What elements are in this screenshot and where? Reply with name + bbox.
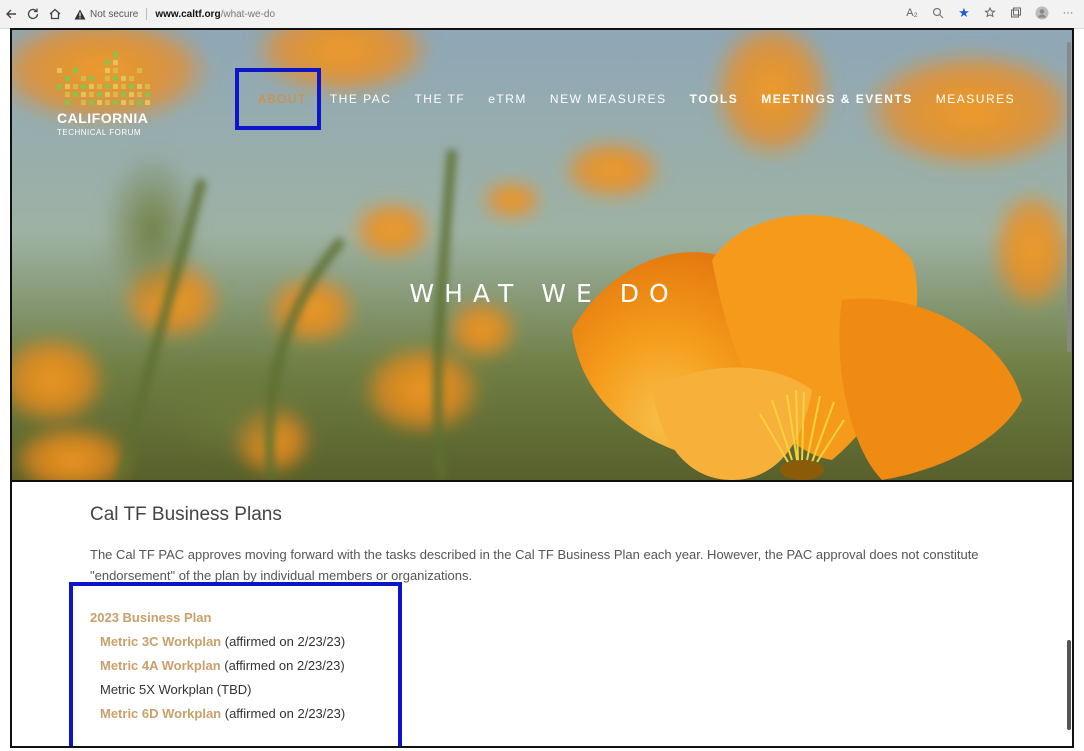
logo-dot	[97, 92, 102, 97]
logo-mark	[57, 52, 152, 107]
logo-dot	[65, 84, 70, 89]
page-viewport: CALIFORNIA TECHNICAL FORUM ABOUT THE PAC…	[10, 28, 1074, 748]
logo-dot	[73, 92, 78, 97]
logo-dot	[129, 92, 134, 97]
logo-dot	[73, 68, 78, 73]
logo-dot	[145, 100, 150, 105]
nav-item-tools[interactable]: TOOLS	[690, 92, 739, 106]
nav-item-meetings-events[interactable]: MEETINGS & EVENTS	[761, 92, 913, 106]
highlight-box-plans	[69, 582, 402, 746]
logo-dot	[81, 92, 86, 97]
logo-dot	[113, 76, 118, 81]
logo-dot	[105, 76, 110, 81]
profile-avatar-icon[interactable]	[1034, 3, 1050, 23]
logo-dot	[97, 84, 102, 89]
logo-dot	[57, 68, 62, 73]
browser-right-icons: A₂ ★ ···	[904, 3, 1076, 23]
logo-dot	[137, 92, 142, 97]
logo-title: CALIFORNIA	[57, 110, 149, 126]
logo-subtitle: TECHNICAL FORUM	[57, 128, 142, 137]
collections-icon[interactable]	[1008, 3, 1024, 23]
intro-paragraph: The Cal TF PAC approves moving forward w…	[90, 547, 979, 583]
page-title: WHAT WE DO	[409, 278, 679, 308]
logo-dot	[97, 100, 102, 105]
scrollbar-thumb-hero[interactable]	[1067, 42, 1071, 352]
logo-dot	[137, 100, 142, 105]
logo-dot	[129, 100, 134, 105]
logo-dot	[137, 68, 142, 73]
address-separator	[146, 8, 148, 20]
nav-item-new-measures[interactable]: NEW MEASURES	[550, 92, 667, 106]
nav-item-etrm[interactable]: eTRM	[488, 92, 527, 106]
url-host: www.caltf.org	[155, 8, 221, 20]
logo-dot	[145, 92, 150, 97]
logo-dot	[57, 84, 62, 89]
nav-item-measures[interactable]: MEASURES	[936, 92, 1015, 106]
logo-dot	[121, 100, 126, 105]
logo-dot	[113, 52, 118, 57]
section-divider	[12, 480, 1072, 482]
browser-toolbar: Not secure www.caltf.org/what-we-do A₂ ★…	[0, 0, 1084, 29]
logo-dot	[105, 60, 110, 65]
zoom-icon[interactable]	[930, 3, 946, 23]
logo-dot	[113, 68, 118, 73]
logo-dot	[81, 100, 86, 105]
not-secure-label: Not secure	[90, 8, 139, 20]
logo-dot	[89, 84, 94, 89]
hero-banner: CALIFORNIA TECHNICAL FORUM ABOUT THE PAC…	[12, 30, 1072, 480]
logo-dot	[105, 100, 110, 105]
warning-icon	[74, 9, 86, 20]
logo-dot	[89, 100, 94, 105]
logo-dot	[105, 92, 110, 97]
logo-dot	[145, 84, 150, 89]
logo-dot	[105, 84, 110, 89]
logo-dot	[121, 76, 126, 81]
logo-dot	[65, 76, 70, 81]
logo-dot	[65, 100, 70, 105]
highlight-box-about	[235, 68, 321, 130]
logo-dot	[89, 76, 94, 81]
scrollbar[interactable]	[1064, 30, 1072, 746]
logo-dot	[113, 92, 118, 97]
back-icon[interactable]	[0, 3, 22, 25]
logo-dot	[129, 76, 134, 81]
logo-dot	[121, 92, 126, 97]
logo-dot	[89, 92, 94, 97]
logo-dot	[113, 60, 118, 65]
address-bar[interactable]: Not secure www.caltf.org/what-we-do	[74, 4, 275, 24]
logo-dot	[121, 84, 126, 89]
logo-dot	[137, 84, 142, 89]
logo-dot	[65, 92, 70, 97]
read-aloud-icon[interactable]: A₂	[904, 3, 920, 23]
site-logo[interactable]: CALIFORNIA TECHNICAL FORUM	[57, 52, 152, 137]
scrollbar-thumb[interactable]	[1067, 640, 1071, 730]
logo-dot	[129, 84, 134, 89]
more-options-icon[interactable]: ···	[1060, 3, 1076, 23]
logo-dot	[105, 68, 110, 73]
favorites-icon[interactable]	[982, 3, 998, 23]
logo-dot	[81, 76, 86, 81]
logo-dot	[81, 84, 86, 89]
logo-dot	[73, 84, 78, 89]
nav-item-the-pac[interactable]: THE PAC	[330, 92, 392, 106]
logo-dot	[113, 100, 118, 105]
favorite-star-icon[interactable]: ★	[956, 3, 972, 23]
logo-dot	[113, 84, 118, 89]
section-title: Cal TF Business Plans	[90, 504, 282, 525]
nav-item-the-tf[interactable]: THE TF	[414, 92, 465, 106]
home-icon[interactable]	[44, 3, 66, 25]
refresh-icon[interactable]	[22, 3, 44, 25]
main-nav: ABOUT THE PAC THE TF eTRM NEW MEASURES T…	[258, 92, 1038, 106]
url-path: /what-we-do	[220, 8, 276, 20]
